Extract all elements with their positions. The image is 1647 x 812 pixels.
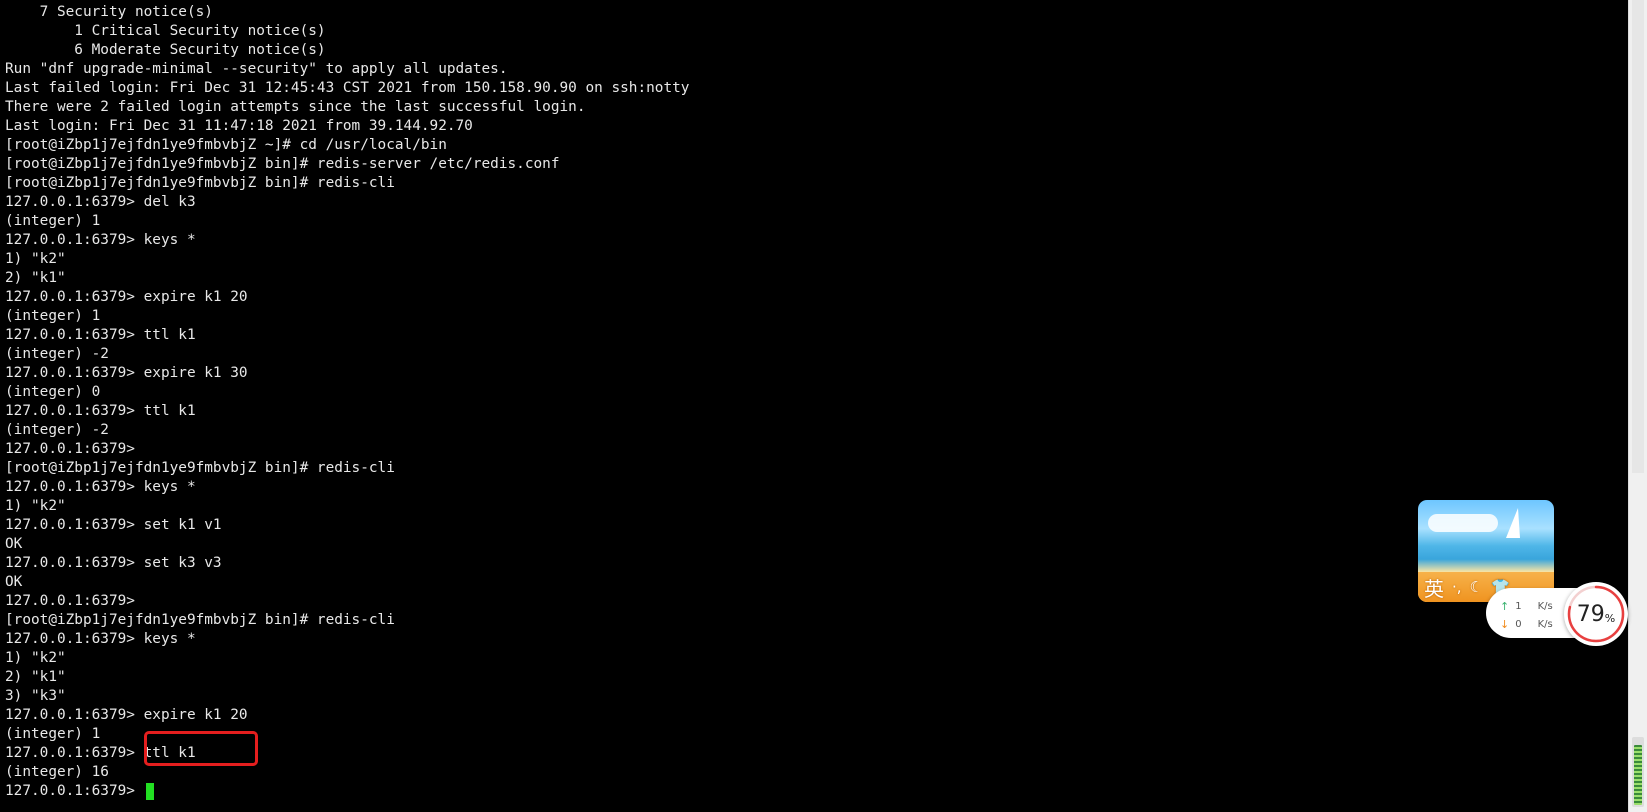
terminal-line: 2) "k1": [5, 669, 66, 685]
terminal-output: 7 Security notice(s) 1 Critical Security…: [5, 3, 689, 801]
download-speed-row: ↓ 0 K/s: [1500, 618, 1553, 631]
terminal-line: 127.0.0.1:6379> ttl k1: [5, 745, 196, 761]
cloud-decoration: [1428, 514, 1498, 532]
upload-speed-row: ↑ 1 K/s: [1500, 600, 1553, 613]
terminal-line: 127.0.0.1:6379> ttl k1: [5, 403, 196, 419]
terminal-line: Last failed login: Fri Dec 31 12:45:43 C…: [5, 80, 690, 96]
ime-language-toggle[interactable]: 英: [1424, 573, 1444, 602]
terminal-line: [root@iZbp1j7ejfdn1ye9fmbvbjZ bin]# redi…: [5, 175, 395, 191]
terminal-line: 2) "k1": [5, 270, 66, 286]
download-arrow-icon: ↓: [1500, 618, 1510, 631]
terminal-prompt-line[interactable]: 127.0.0.1:6379>: [5, 782, 689, 801]
terminal-line: 127.0.0.1:6379> expire k1 20: [5, 707, 248, 723]
scrollbar-track[interactable]: [1632, 0, 1644, 473]
terminal-line: (integer) 1: [5, 726, 101, 742]
download-speed-value: 0: [1515, 619, 1522, 630]
terminal-line: [root@iZbp1j7ejfdn1ye9fmbvbjZ bin]# redi…: [5, 156, 560, 172]
terminal-line: 3) "k3": [5, 688, 66, 704]
terminal-line: 127.0.0.1:6379>: [5, 593, 135, 609]
terminal-line: [root@iZbp1j7ejfdn1ye9fmbvbjZ bin]# redi…: [5, 612, 395, 628]
upload-speed-value: 1: [1515, 601, 1522, 612]
upload-arrow-icon: ↑: [1500, 600, 1510, 613]
terminal-line: 1) "k2": [5, 498, 66, 514]
download-speed-unit: K/s: [1537, 619, 1553, 630]
terminal-line: 127.0.0.1:6379> expire k1 20: [5, 289, 248, 305]
terminal-line: Run "dnf upgrade-minimal --security" to …: [5, 61, 508, 77]
terminal-line: Last login: Fri Dec 31 11:47:18 2021 fro…: [5, 118, 473, 134]
terminal-line: There were 2 failed login attempts since…: [5, 99, 586, 115]
terminal-line: 127.0.0.1:6379> keys *: [5, 631, 196, 647]
highlight-box: [144, 731, 258, 766]
terminal-line: 127.0.0.1:6379> keys *: [5, 232, 196, 248]
terminal-line: (integer) 1: [5, 308, 101, 324]
scrollbar-meter: [1634, 745, 1642, 805]
terminal-line: [root@iZbp1j7ejfdn1ye9fmbvbjZ bin]# redi…: [5, 460, 395, 476]
memory-usage-gauge[interactable]: 79 %: [1564, 582, 1628, 646]
vertical-scrollbar[interactable]: [1628, 0, 1647, 812]
moon-icon[interactable]: ☾: [1470, 578, 1483, 596]
memory-usage-unit: %: [1604, 611, 1616, 625]
terminal-line: 127.0.0.1:6379> set k3 v3: [5, 555, 222, 571]
terminal-line: 7 Security notice(s): [5, 4, 213, 20]
upload-speed-unit: K/s: [1537, 601, 1553, 612]
terminal-line: 127.0.0.1:6379>: [5, 441, 135, 457]
terminal-line: 127.0.0.1:6379> expire k1 30: [5, 365, 248, 381]
terminal-line: [root@iZbp1j7ejfdn1ye9fmbvbjZ ~]# cd /us…: [5, 137, 447, 153]
terminal-line: 127.0.0.1:6379> del k3: [5, 194, 196, 210]
terminal-window[interactable]: 7 Security notice(s) 1 Critical Security…: [0, 0, 1628, 812]
terminal-line: 1) "k2": [5, 650, 66, 666]
network-monitor-widget[interactable]: ↑ 1 K/s ↓ 0 K/s 79 %: [1486, 582, 1628, 646]
terminal-line: (integer) -2: [5, 346, 109, 362]
punctuation-icon[interactable]: ·,: [1452, 578, 1462, 596]
terminal-line: 127.0.0.1:6379> set k1 v1: [5, 517, 222, 533]
terminal-line: 1 Critical Security notice(s): [5, 23, 326, 39]
terminal-line: 1) "k2": [5, 251, 66, 267]
sailboat-icon: [1506, 508, 1520, 538]
terminal-line: (integer) -2: [5, 422, 109, 438]
terminal-line: 127.0.0.1:6379> keys *: [5, 479, 196, 495]
terminal-line: 127.0.0.1:6379> ttl k1: [5, 327, 196, 343]
terminal-line: OK: [5, 574, 23, 590]
terminal-prompt: 127.0.0.1:6379>: [5, 783, 144, 799]
terminal-line: 6 Moderate Security notice(s): [5, 42, 326, 58]
terminal-line: (integer) 0: [5, 384, 101, 400]
gauge-label: 79 %: [1564, 582, 1628, 646]
terminal-line: (integer) 16: [5, 764, 109, 780]
terminal-line: OK: [5, 536, 23, 552]
memory-usage-value: 79: [1576, 601, 1605, 627]
terminal-line: (integer) 1: [5, 213, 101, 229]
screen: 7 Security notice(s) 1 Critical Security…: [0, 0, 1647, 812]
text-cursor: [145, 783, 154, 800]
